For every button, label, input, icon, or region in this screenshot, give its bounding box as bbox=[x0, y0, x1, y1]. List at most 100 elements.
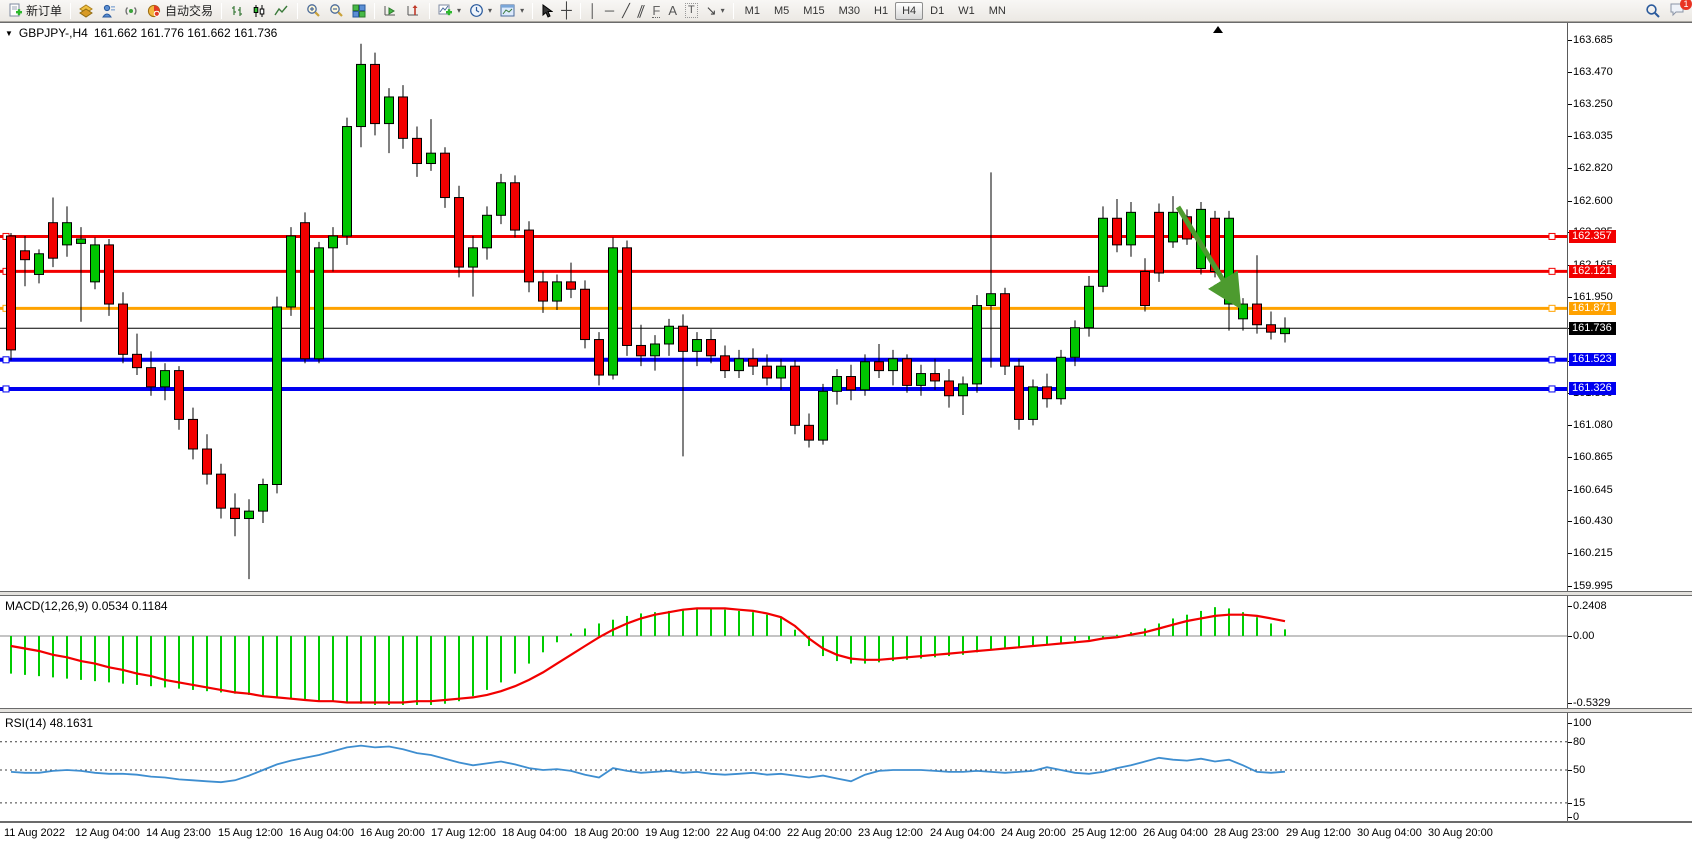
text-icon: A bbox=[668, 4, 677, 17]
time-axis-label: 11 Aug 2022 bbox=[4, 827, 65, 839]
candle-body bbox=[357, 64, 366, 126]
new-order-button[interactable]: 新订单 bbox=[4, 1, 66, 20]
candle-body bbox=[469, 248, 478, 267]
notification-badge: 1 bbox=[1680, 0, 1692, 10]
auto-scroll-button[interactable] bbox=[379, 1, 402, 20]
macd-canvas[interactable] bbox=[0, 596, 1568, 708]
line-anchor-handle[interactable] bbox=[1549, 233, 1555, 239]
chart-shift-button[interactable] bbox=[402, 1, 425, 20]
bar-chart-button[interactable] bbox=[226, 1, 248, 20]
chart-shift-marker[interactable] bbox=[1213, 26, 1223, 33]
candle-body bbox=[273, 307, 282, 485]
timeframe-mn[interactable]: MN bbox=[982, 2, 1013, 20]
search-icon[interactable] bbox=[1645, 3, 1661, 19]
candle-body bbox=[483, 215, 492, 248]
templates-dropdown[interactable]: ▾ bbox=[496, 1, 528, 20]
macd-axis[interactable]: 0.24080.00-0.5329 bbox=[1569, 596, 1692, 708]
autotrading-button[interactable]: 自动交易 bbox=[143, 1, 217, 20]
candle-body bbox=[651, 344, 660, 356]
rsi-axis[interactable]: 1008050150 bbox=[1569, 713, 1692, 821]
zoom-in-button[interactable] bbox=[302, 1, 325, 20]
text-label-tool[interactable]: T bbox=[681, 1, 702, 20]
toolbar-separator bbox=[733, 3, 734, 19]
text-tool[interactable]: A bbox=[664, 1, 681, 20]
zoom-out-button[interactable] bbox=[325, 1, 348, 20]
candle-body bbox=[959, 384, 968, 396]
cursor-tool-button[interactable] bbox=[537, 1, 557, 20]
timeframe-h4[interactable]: H4 bbox=[895, 2, 923, 20]
timeframe-m15[interactable]: M15 bbox=[796, 2, 831, 20]
time-axis-label: 26 Aug 04:00 bbox=[1143, 827, 1208, 839]
chart-shift-icon bbox=[406, 4, 421, 18]
line-anchor-handle[interactable] bbox=[1549, 268, 1555, 274]
strategy-tester-button[interactable] bbox=[98, 1, 120, 20]
timeframe-d1[interactable]: D1 bbox=[923, 2, 951, 20]
price-chart-canvas[interactable] bbox=[0, 23, 1568, 591]
horizontal-line-tool[interactable]: ─ bbox=[601, 1, 618, 20]
cursor-icon bbox=[541, 4, 553, 18]
candlestick-chart-icon bbox=[252, 4, 266, 18]
candle-body bbox=[595, 340, 604, 376]
candle-body bbox=[749, 359, 758, 366]
line-anchor-handle[interactable] bbox=[3, 357, 9, 363]
timeframe-m5[interactable]: M5 bbox=[767, 2, 796, 20]
candle-body bbox=[987, 294, 996, 306]
timeframe-m30[interactable]: M30 bbox=[832, 2, 867, 20]
line-chart-button[interactable] bbox=[270, 1, 293, 20]
candle-body bbox=[721, 356, 730, 371]
candle-body bbox=[441, 153, 450, 197]
candle-body bbox=[1155, 212, 1164, 273]
chevron-down-icon: ▾ bbox=[721, 6, 725, 15]
price-axis-tick: 161.950 bbox=[1573, 291, 1613, 303]
text-label-icon: T bbox=[685, 3, 698, 18]
timeframe-w1[interactable]: W1 bbox=[951, 2, 982, 20]
price-axis-tick: 160.645 bbox=[1573, 484, 1613, 496]
indicators-dropdown[interactable]: ▾ bbox=[434, 1, 465, 20]
chart-title[interactable]: ▼ GBPJPY-,H4 161.662 161.776 161.662 161… bbox=[5, 26, 277, 40]
candle-body bbox=[553, 282, 562, 301]
time-axis-label: 14 Aug 23:00 bbox=[146, 827, 211, 839]
trendline-tool[interactable]: ╱ bbox=[618, 1, 634, 20]
price-axis-tick: 160.430 bbox=[1573, 515, 1613, 527]
line-anchor-handle[interactable] bbox=[3, 386, 9, 392]
candle-body bbox=[49, 223, 58, 259]
candlestick-chart-button[interactable] bbox=[248, 1, 270, 20]
candle-body bbox=[679, 326, 688, 351]
macd-axis-tick: 0.00 bbox=[1573, 630, 1594, 642]
candle-body bbox=[539, 282, 548, 301]
timeframe-m1[interactable]: M1 bbox=[738, 2, 767, 20]
crosshair-tool-button[interactable]: ┼ bbox=[557, 1, 576, 20]
price-axis[interactable]: 163.685163.470163.250163.035162.820162.6… bbox=[1569, 23, 1692, 591]
candle-body bbox=[217, 474, 226, 508]
periods-dropdown[interactable]: ▾ bbox=[465, 1, 496, 20]
fibonacci-tool[interactable]: F bbox=[648, 1, 664, 20]
time-axis-label: 22 Aug 04:00 bbox=[716, 827, 781, 839]
chart-menu-icon[interactable]: ▼ bbox=[5, 29, 13, 38]
tile-windows-button[interactable] bbox=[348, 1, 370, 20]
price-level-label: 161.871 bbox=[1569, 302, 1616, 315]
candle-body bbox=[1253, 304, 1262, 325]
time-axis-label: 12 Aug 04:00 bbox=[75, 827, 140, 839]
metaeditor-button[interactable] bbox=[75, 1, 98, 20]
price-axis-tick: 160.215 bbox=[1573, 547, 1613, 559]
equidistant-channel-tool[interactable]: ∥ bbox=[634, 1, 649, 20]
line-anchor-handle[interactable] bbox=[1549, 305, 1555, 311]
line-anchor-handle[interactable] bbox=[1549, 357, 1555, 363]
notifications-button[interactable]: 1 bbox=[1669, 2, 1686, 21]
arrows-tool-dropdown[interactable]: ↘ ▾ bbox=[702, 1, 729, 20]
rsi-label: RSI(14) 48.1631 bbox=[5, 716, 93, 730]
macd-panel: MACD(12,26,9) 0.0534 0.1184 0.24080.00-0… bbox=[0, 595, 1692, 709]
candle-body bbox=[203, 449, 212, 474]
time-axis-label: 23 Aug 12:00 bbox=[858, 827, 923, 839]
timeframe-h1[interactable]: H1 bbox=[867, 2, 895, 20]
rsi-canvas[interactable] bbox=[0, 713, 1568, 821]
rsi-value: 48.1631 bbox=[50, 716, 93, 730]
signals-button[interactable] bbox=[120, 1, 143, 20]
trendline-icon: ╱ bbox=[622, 4, 630, 17]
line-anchor-handle[interactable] bbox=[1549, 386, 1555, 392]
candle-body bbox=[637, 345, 646, 355]
candle-body bbox=[889, 359, 898, 371]
metaeditor-icon bbox=[79, 4, 94, 18]
vertical-line-tool[interactable]: │ bbox=[585, 1, 601, 20]
time-axis[interactable]: 11 Aug 202212 Aug 04:0014 Aug 23:0015 Au… bbox=[0, 822, 1692, 845]
